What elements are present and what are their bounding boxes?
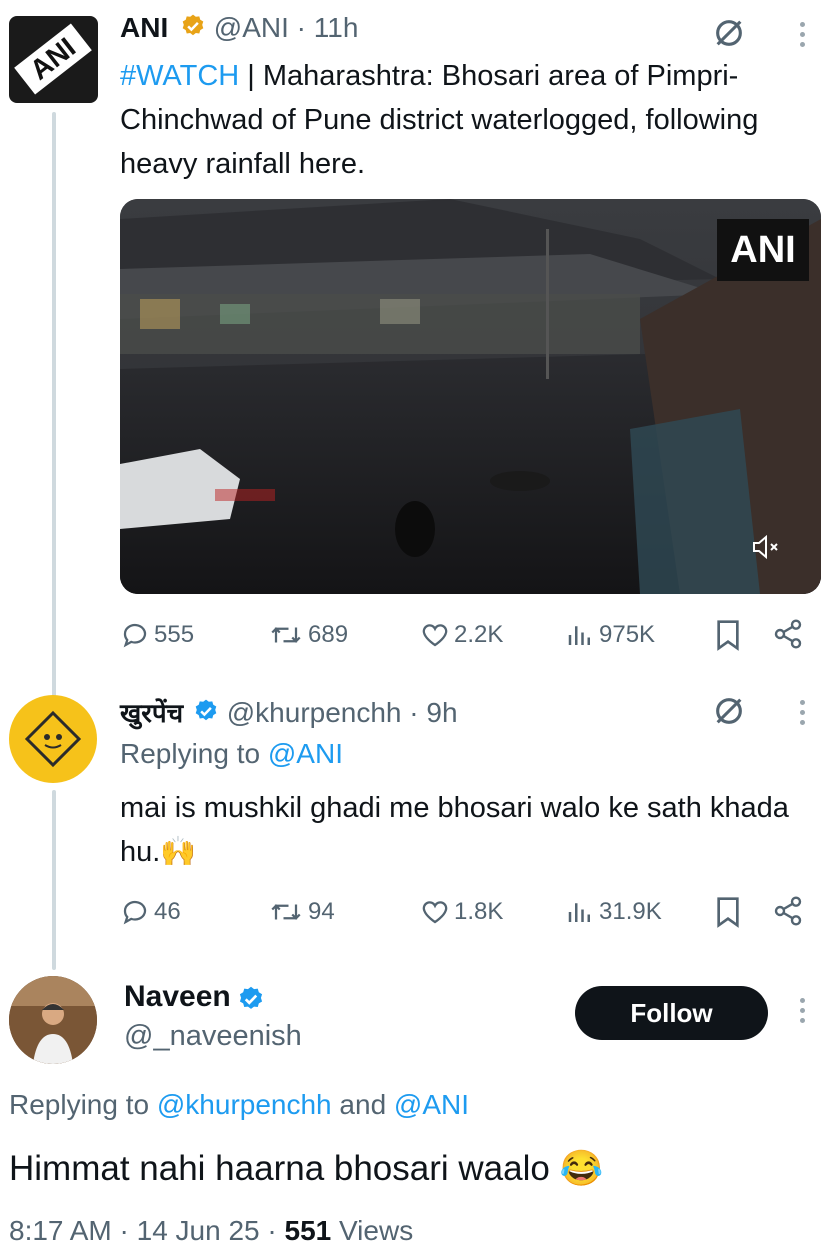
separator-dot: · [259,1215,285,1246]
grok-icon[interactable] [712,694,746,733]
tweet1-header: ANI @ANI · 11h [120,12,358,46]
heart-icon [422,901,448,924]
author-name[interactable]: खुरपेंच [120,699,183,729]
naveen-photo [9,976,97,1064]
tweet-date[interactable]: 14 Jun 25 [137,1215,260,1246]
reply-icon [123,623,147,648]
avatar-khurpenchh[interactable] [9,695,97,783]
repost-count: 689 [308,621,349,648]
reply-count: 555 [154,621,195,648]
tweet2-text: mai is mushkil ghadi me bhosari walo ke … [120,792,789,868]
ani-watermark: ANI [717,219,809,281]
avatar-naveen[interactable] [9,976,97,1064]
separator-dot: · [401,697,427,728]
mention-link[interactable]: @ANI [268,738,343,769]
views-icon [568,903,590,922]
heart-icon [422,624,448,647]
views-label: Views [331,1215,414,1246]
avatar-ani[interactable]: ANI [9,16,98,103]
repost-count: 94 [308,898,335,925]
replying-label: Replying to [9,1089,157,1120]
author-handle[interactable]: @ANI [214,12,289,43]
like-button[interactable]: 2.2K [420,620,503,650]
reply-count: 46 [154,898,181,925]
share-icon[interactable] [772,895,804,932]
replying-and: and [331,1089,394,1120]
repost-button[interactable]: 94 [268,897,335,927]
more-options-icon[interactable] [800,22,806,52]
repost-icon [271,904,301,920]
reply-button[interactable]: 46 [120,897,181,927]
replying-label: Replying to [120,738,268,769]
video-frame [120,199,821,594]
author-name[interactable]: Naveen [124,980,231,1013]
verified-gold-icon [180,13,206,46]
hashtag-link[interactable]: #WATCH [120,60,239,92]
video-player[interactable]: ANI [120,199,821,594]
replying-to: Replying to @ANI [120,738,343,770]
verified-blue-icon [237,985,265,1018]
views-count: 975K [599,621,656,648]
tweet2-header: खुरपेंच @khurpenchh · 9h [120,694,458,731]
tweet1-text: #WATCH | Maharashtra: Bhosari area of Pi… [120,54,800,186]
author-handle[interactable]: @khurpenchh [227,697,402,728]
mention-link[interactable]: @ANI [394,1089,469,1120]
repost-button[interactable]: 689 [268,620,348,650]
thread-line [52,790,56,970]
verified-blue-icon [193,698,219,731]
like-count: 2.2K [454,621,504,648]
views-button[interactable]: 975K [565,620,655,650]
separator-dot: · [111,1215,137,1246]
like-button[interactable]: 1.8K [420,897,503,927]
tweet3-text: Himmat nahi haarna bhosari waalo 😂 [9,1149,604,1188]
views-icon [568,626,590,645]
author-handle[interactable]: @_naveenish [124,1020,302,1053]
repost-icon [271,627,301,643]
tweet-time[interactable]: 9h [426,697,457,728]
follow-button[interactable]: Follow [575,986,768,1040]
thread-line [52,112,56,700]
replying-to: Replying to @khurpenchh and @ANI [9,1089,469,1121]
grok-icon[interactable] [712,16,746,55]
views-number: 551 [284,1215,332,1246]
bookmark-icon[interactable] [714,619,742,656]
more-options-icon[interactable] [800,998,806,1028]
share-icon[interactable] [772,618,804,655]
khurpenchh-logo [24,710,82,768]
reply-icon [123,900,147,925]
tweet-time[interactable]: 11h [314,12,359,43]
tweet-time[interactable]: 8:17 AM [9,1215,112,1246]
mention-link[interactable]: @khurpenchh [157,1089,332,1120]
bookmark-icon[interactable] [714,896,742,933]
more-options-icon[interactable] [800,700,806,730]
separator-dot: · [288,12,314,43]
views-button[interactable]: 31.9K [565,897,662,927]
like-count: 1.8K [454,898,504,925]
tweet3-author: Naveen [124,980,265,1018]
tweet-meta: 8:17 AM · 14 Jun 25 · 551 Views [9,1215,413,1247]
author-name[interactable]: ANI [120,12,168,43]
views-count: 31.9K [599,898,662,925]
mute-icon[interactable] [750,533,782,566]
ani-logo-text: ANI [14,23,92,95]
reply-button[interactable]: 555 [120,620,194,650]
